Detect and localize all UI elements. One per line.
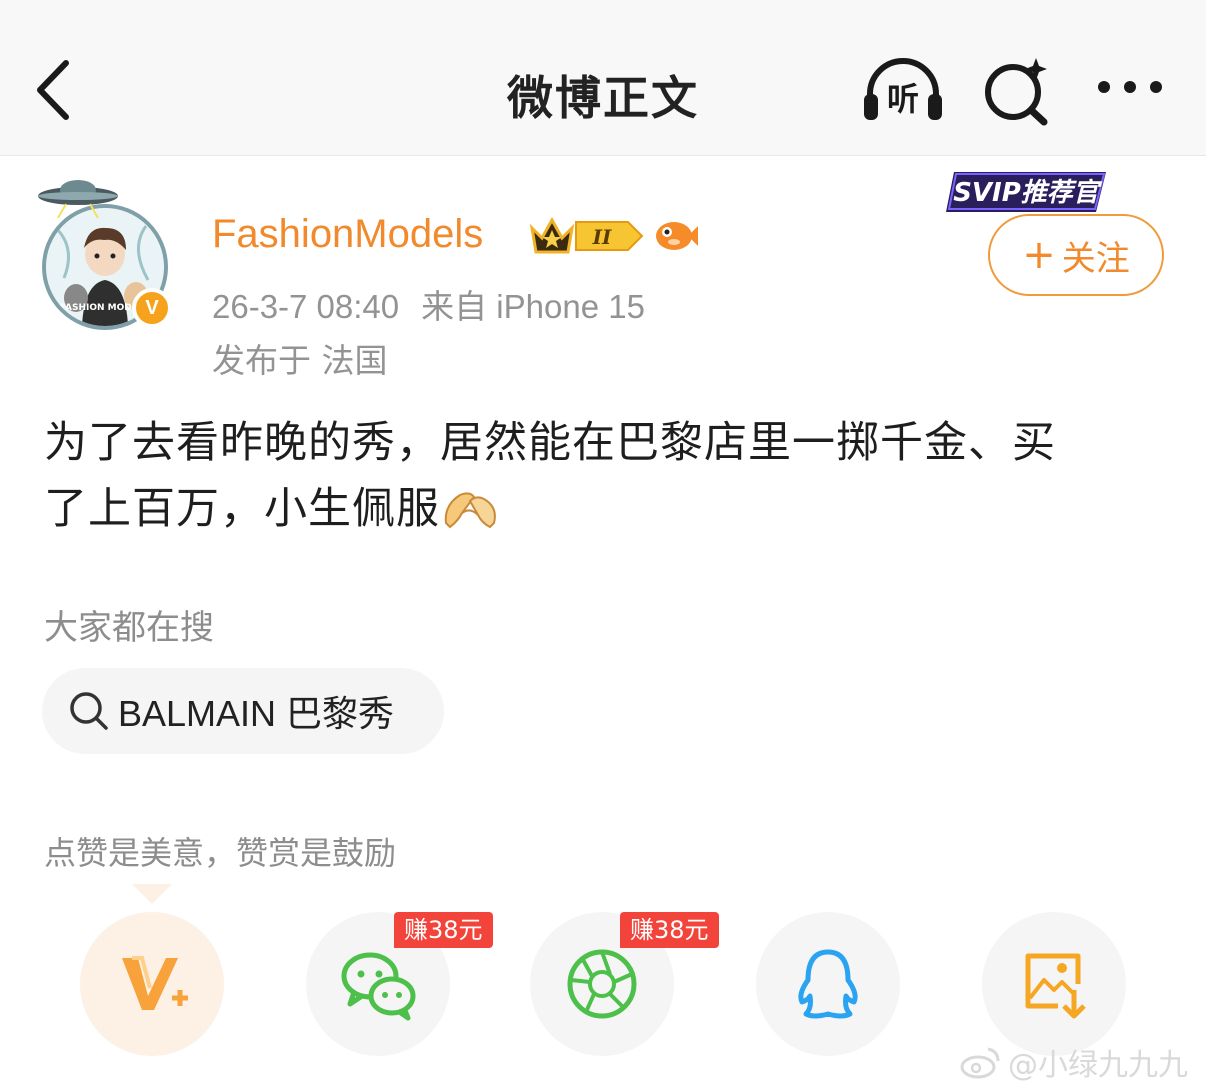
wechat-icon (341, 952, 416, 1021)
pointer-triangle-icon (132, 884, 172, 904)
post-line-2-wrap: 了上百万，小生佩服 (44, 476, 1164, 542)
top-nav-bar: 微博正文 听 (0, 0, 1206, 156)
watermark-text: @小绿九九九 (1008, 1048, 1188, 1083)
follow-label: 关注 (1061, 238, 1130, 279)
respect-hands-emoji-icon (444, 492, 496, 529)
watermark: @小绿九九九 (960, 1040, 1188, 1084)
post-meta: 26-3-7 08:40 来自 iPhone 15 (212, 280, 645, 328)
fish-emblem-icon[interactable] (652, 214, 700, 256)
hot-search-chip[interactable]: BALMAIN 巴黎秀 (42, 668, 444, 754)
post-line-1: 为了去看昨晚的秀，居然能在巴黎店里一掷千金、买 (44, 418, 1056, 468)
post-time: 26-3-7 08:40 (212, 288, 400, 325)
crown-level-badge-icon[interactable]: II (528, 214, 646, 258)
svip-label: SVIP推荐官 (953, 178, 1103, 208)
qq-penguin-icon (798, 949, 858, 1019)
ufo-pendant-icon (38, 180, 118, 218)
v-plus-icon (122, 956, 188, 1010)
save-image-button[interactable] (982, 912, 1126, 1056)
earn-tag-wechat: 赚38元 (394, 912, 493, 948)
reward-hint: 点赞是美意，赞赏是鼓励 (44, 834, 397, 872)
svip-recommender-badge[interactable]: SVIP推荐官 (946, 166, 1114, 216)
post-location: 发布于 法国 (212, 341, 388, 380)
search-icon (70, 692, 108, 730)
post-content: 为了去看昨晚的秀，居然能在巴黎店里一掷千金、买 了上百万，小生佩服 (44, 410, 1164, 542)
author-avatar-group[interactable]: FASHION MODELS V (36, 174, 176, 334)
v-plus-reward-button[interactable] (80, 912, 224, 1056)
author-name[interactable]: FashionModels (212, 212, 483, 257)
moments-aperture-icon (567, 949, 637, 1019)
weibo-logo-icon (960, 1047, 1000, 1079)
post-source: 来自 iPhone 15 (421, 288, 645, 325)
hot-search-item: BALMAIN 巴黎秀 (118, 693, 395, 734)
post-line-2: 了上百万，小生佩服 (44, 484, 440, 534)
follow-button[interactable]: + 关注 (988, 214, 1164, 296)
hot-search-title: 大家都在搜 (44, 608, 214, 648)
listen-label: 听 (887, 80, 919, 118)
listen-headphone-icon[interactable]: 听 (860, 54, 946, 124)
earn-tag-moments: 赚38元 (620, 912, 719, 948)
search-spark-icon[interactable] (982, 56, 1052, 126)
follow-plus-icon: + (1022, 232, 1056, 278)
share-qq-button[interactable] (756, 912, 900, 1056)
verified-badge: V (132, 288, 172, 328)
image-download-icon (1025, 953, 1086, 1019)
more-dots-icon[interactable] (1094, 72, 1166, 102)
level-label: II (592, 225, 612, 249)
